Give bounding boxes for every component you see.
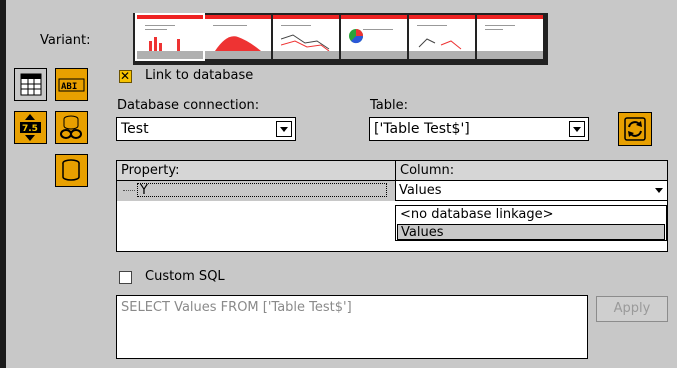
blank-chart-thumbnail[interactable] [477, 15, 543, 59]
database-connection-value: Test [121, 121, 149, 137]
left-edge-strip [0, 0, 6, 368]
property-header: Property: [117, 161, 396, 181]
table-label: Table: [370, 98, 408, 113]
line-chart-thumbnail[interactable] [273, 15, 339, 59]
column-cell-combo[interactable]: Values [396, 181, 667, 201]
link-to-database-label: Link to database [145, 68, 254, 83]
database-connection-label: Database connection: [117, 98, 260, 113]
chevron-down-icon[interactable] [276, 121, 292, 137]
database-icon[interactable] [55, 154, 88, 187]
custom-sql-checkbox[interactable] [119, 271, 132, 284]
chevron-down-icon[interactable] [655, 188, 663, 193]
dropdown-option-no-linkage[interactable]: <no database linkage> [397, 207, 665, 223]
pie-chart-thumbnail[interactable] [341, 15, 407, 59]
chevron-down-icon[interactable] [569, 121, 585, 137]
text-field-icon[interactable]: ABI [55, 68, 88, 101]
apply-button[interactable]: Apply [596, 296, 668, 322]
link-to-database-checkbox[interactable] [119, 68, 132, 84]
area-chart-thumbnail[interactable] [205, 15, 271, 59]
number-spinner-icon[interactable]: 7.5 [14, 111, 47, 144]
svg-text:ABI: ABI [61, 82, 77, 92]
variant-label: Variant: [40, 33, 91, 48]
dropdown-option-values[interactable]: Values [397, 224, 665, 240]
table-row[interactable]: Y [117, 181, 396, 201]
refresh-button[interactable] [618, 112, 652, 146]
column-header: Column: [396, 161, 667, 181]
column-cell-value: Values [399, 183, 442, 198]
database-connection-select[interactable]: Test [116, 117, 296, 141]
table-icon[interactable] [14, 68, 47, 101]
table-value: ['Table Test$'] [374, 121, 470, 137]
variant-thumbnail-strip [133, 13, 548, 65]
sql-query-textarea[interactable]: SELECT Values FROM ['Table Test$'] [116, 295, 588, 359]
custom-sql-label: Custom SQL [145, 269, 225, 284]
svg-text:7.5: 7.5 [22, 124, 38, 134]
sql-query-text: SELECT Values FROM ['Table Test$'] [121, 300, 352, 315]
table-select[interactable]: ['Table Test$'] [369, 117, 589, 141]
bar-chart-thumbnail[interactable] [135, 13, 205, 61]
tree-connector [123, 190, 135, 191]
refresh-icon [624, 117, 646, 141]
property-cell[interactable]: Y [137, 183, 387, 198]
xy-chart-thumbnail[interactable] [409, 15, 475, 59]
database-link-icon[interactable] [55, 111, 88, 144]
column-dropdown-list: <no database linkage> Values [395, 205, 667, 241]
